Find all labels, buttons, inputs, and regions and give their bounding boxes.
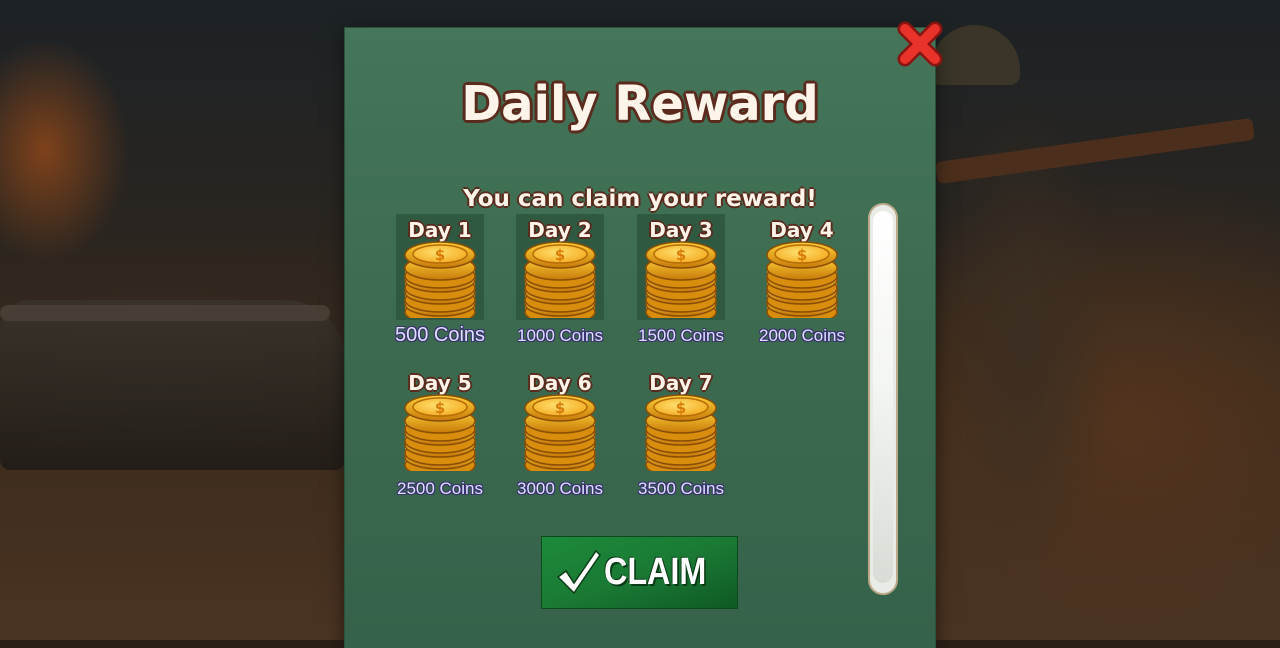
reward-amount: 3500 Coins	[637, 479, 724, 498]
coin-stack-icon	[522, 238, 598, 318]
popup-title: Daily Reward	[461, 76, 819, 132]
claim-button[interactable]: CLAIM	[541, 536, 738, 609]
popup-subtitle: You can claim your reward!	[463, 186, 817, 212]
close-x-icon	[897, 21, 943, 67]
reward-day-4[interactable]: Day 4 2000 Coins	[744, 214, 854, 354]
background-soldier	[935, 20, 1165, 640]
checkmark-icon	[556, 549, 601, 595]
coin-stack-icon	[402, 238, 478, 318]
reward-amount: 2000 Coins	[758, 326, 845, 345]
close-button[interactable]	[894, 18, 946, 70]
reward-day-3[interactable]: Day 3 1500 Coins	[623, 214, 733, 354]
reward-day-7[interactable]: Day 7 3500 Coins	[623, 367, 733, 507]
reward-day-5[interactable]: Day 5 2500 Coins	[382, 367, 492, 507]
coin-stack-icon	[764, 238, 840, 318]
coin-stack-icon	[643, 391, 719, 471]
reward-amount: 2500 Coins	[396, 479, 483, 498]
coin-stack-icon	[522, 391, 598, 471]
coin-stack-icon	[402, 391, 478, 471]
reward-amount: 1000 Coins	[516, 326, 603, 345]
claim-button-label: CLAIM	[604, 551, 707, 593]
scrollbar-thumb[interactable]	[873, 211, 893, 583]
reward-amount: 3000 Coins	[516, 479, 603, 498]
reward-amount: 500 Coins	[394, 324, 486, 346]
reward-day-2[interactable]: Day 2 1000 Coins	[502, 214, 612, 354]
reward-day-1[interactable]: Day 1 500 Coins	[382, 214, 492, 354]
coin-stack-icon	[643, 238, 719, 318]
reward-list-scrollbar[interactable]	[868, 203, 898, 595]
background-tank	[0, 300, 345, 470]
reward-day-6[interactable]: Day 6 3000 Coins	[502, 367, 612, 507]
reward-amount: 1500 Coins	[637, 326, 724, 345]
background-tank-gun	[0, 305, 330, 321]
